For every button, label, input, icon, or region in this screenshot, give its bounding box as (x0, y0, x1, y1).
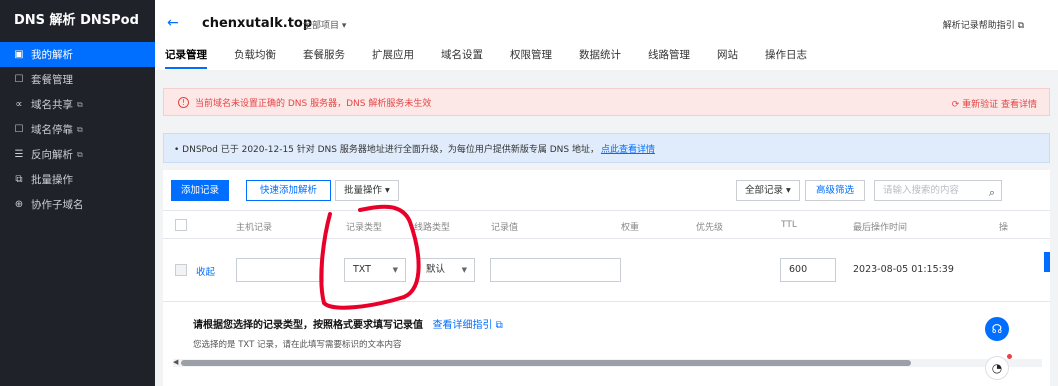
tab-0[interactable]: 记录管理 (165, 47, 207, 69)
row-checkbox[interactable] (175, 264, 187, 276)
chevron-down-icon: ▼ (392, 266, 398, 274)
dns-alert-banner: ! 当前域名未设置正确的 DNS 服务器，DNS 解析服务未生效 ⟳ 重新验证 … (163, 88, 1050, 116)
collapse-link[interactable]: 收起 (196, 264, 215, 278)
col-operation: 操 (999, 223, 1009, 233)
col-time: 最后操作时间 (853, 223, 908, 233)
chevron-down-icon: ▼ (461, 266, 467, 274)
search-icon[interactable]: ⌕ (989, 183, 995, 202)
project-dropdown[interactable]: 全部项目 ▾ (303, 18, 346, 31)
col-value: 记录值 (491, 223, 519, 233)
tab-5[interactable]: 权限管理 (510, 47, 552, 69)
col-ttl: TTL (781, 220, 797, 230)
col-weight: 权重 (621, 223, 640, 233)
guide-title-text: 请根据您选择的记录类型，按照格式要求填写记录值 (193, 320, 423, 331)
advanced-filter-button[interactable]: 高级筛选 (805, 180, 866, 201)
sidebar-item-1[interactable]: ☐ 套餐管理 (0, 67, 155, 92)
batch-icon: ⧉ (15, 174, 23, 185)
sidebar-item-2[interactable]: ∝ 域名共享 ⧉ (0, 92, 155, 117)
domain-title: chenxutalk.top (202, 16, 313, 31)
tab-2[interactable]: 套餐服务 (303, 47, 345, 69)
alert-actions-label[interactable]: 重新验证 查看详情 (962, 100, 1037, 110)
tab-8[interactable]: 网站 (717, 47, 738, 69)
sidebar-item-label: 批量操作 (31, 174, 73, 186)
globe-icon: ⊕ (14, 199, 24, 210)
external-link-icon: ⧉ (77, 99, 83, 109)
external-link-icon: ⧉ (77, 149, 83, 159)
batch-operation-dropdown[interactable]: 批量操作 ▾ (335, 180, 399, 201)
sidebar-item-5[interactable]: ⧉ 批量操作 (0, 167, 155, 192)
table-row: 收起 TXT ▼ 默认 ▼ 600 2023-08-05 01:15:39 (163, 240, 1050, 302)
sidebar-item-label: 域名停靠 (31, 124, 73, 136)
back-arrow-icon[interactable]: ← (167, 15, 179, 31)
notice-text: • DNSPod 已于 2020-12-15 针对 DNS 服务器地址进行全面升… (174, 144, 599, 155)
search-input[interactable]: 请输入搜索的内容 ⌕ (874, 180, 1002, 201)
sidebar-item-label: 我的解析 (31, 49, 73, 61)
tab-bar: 记录管理 负载均衡 套餐服务 扩展应用 域名设置 权限管理 数据统计 线路管理 网站 操作日志 (165, 47, 834, 69)
tab-9[interactable]: 操作日志 (765, 47, 807, 69)
col-priority: 优先级 (696, 223, 724, 233)
record-value-input[interactable] (490, 258, 621, 282)
horizontal-scrollbar[interactable]: ◀ (173, 358, 1042, 367)
tab-7[interactable]: 线路管理 (648, 47, 690, 69)
reverse-icon: ☰ (14, 149, 24, 160)
host-record-input[interactable] (236, 258, 324, 282)
tab-1[interactable]: 负载均衡 (234, 47, 276, 69)
sidebar: DNS 解析 DNSPod ▣ 我的解析 ☐ 套餐管理 ∝ 域名共享 ⧉ ☐ 域名停靠 ⧉ ☰ 反向解… (0, 0, 155, 386)
notice-details-link[interactable]: 点此查看详情 (601, 142, 655, 155)
record-filter-select[interactable]: 全部记录 ▾ (736, 180, 800, 201)
record-type-select[interactable]: TXT ▼ (344, 258, 406, 282)
parking-icon: ☐ (14, 124, 24, 135)
sidebar-item-label: 反向解析 (31, 149, 73, 161)
share-icon: ∝ (15, 99, 23, 110)
table-header: 主机记录 记录类型 线路类型 记录值 权重 优先级 TTL 最后操作时间 操 (163, 210, 1050, 239)
scroll-left-icon[interactable]: ◀ (173, 358, 178, 366)
guide-details-link[interactable]: 查看详细指引 ⧉ (432, 320, 502, 331)
guide-subtitle: 您选择的是 TXT 记录，请在此填写需要标识的文本内容 (193, 340, 402, 350)
external-link-icon: ⧉ (77, 124, 83, 134)
add-record-button[interactable]: 添加记录 (171, 180, 230, 201)
alert-actions[interactable]: ⟳ 重新验证 查看详情 (952, 97, 1037, 110)
sidebar-item-label: 协作子域名 (31, 199, 84, 211)
scrollbar-thumb[interactable] (181, 360, 911, 366)
sidebar-item-label: 域名共享 (31, 99, 73, 111)
select-all-checkbox[interactable] (175, 219, 187, 231)
guide-title: 请根据您选择的记录类型，按照格式要求填写记录值 查看详细指引 ⧉ (193, 316, 503, 331)
last-modified-time: 2023-08-05 01:15:39 (853, 264, 954, 275)
main-area: ← chenxutalk.top 全部项目 ▾ 解析记录帮助指引 ⧉ 记录管理 负… (155, 0, 1058, 386)
sidebar-item-4[interactable]: ☰ 反向解析 ⧉ (0, 142, 155, 167)
line-type-value: 默认 (426, 264, 446, 275)
operation-button[interactable] (1044, 252, 1050, 272)
col-type: 记录类型 (346, 223, 383, 233)
package-icon: ☐ (14, 74, 24, 85)
alert-text: 当前域名未设置正确的 DNS 服务器，DNS 解析服务未生效 (195, 98, 432, 109)
brand-title: DNS 解析 DNSPod (14, 13, 139, 28)
line-type-select[interactable]: 默认 ▼ (417, 258, 475, 282)
col-host: 主机记录 (236, 223, 273, 233)
upgrade-notice: • DNSPod 已于 2020-12-15 针对 DNS 服务器地址进行全面升… (163, 133, 1050, 163)
dns-icon: ▣ (14, 49, 24, 60)
col-line: 线路类型 (414, 223, 451, 233)
topbar: ← chenxutalk.top 全部项目 ▾ 解析记录帮助指引 ⧉ 记录管理 负… (155, 0, 1058, 70)
search-placeholder: 请输入搜索的内容 (883, 185, 960, 196)
sidebar-item-0[interactable]: ▣ 我的解析 (0, 42, 155, 67)
help-guide-link[interactable]: 解析记录帮助指引 ⧉ (943, 18, 1024, 31)
tab-4[interactable]: 域名设置 (441, 47, 483, 69)
sidebar-item-label: 套餐管理 (31, 74, 73, 86)
support-headset-icon[interactable]: ☊ (985, 317, 1009, 341)
tab-6[interactable]: 数据统计 (579, 47, 621, 69)
sidebar-item-3[interactable]: ☐ 域名停靠 ⧉ (0, 117, 155, 142)
feedback-icon[interactable]: ◔ (985, 356, 1009, 380)
record-type-value: TXT (353, 264, 371, 275)
records-card: 添加记录 快速添加解析 批量操作 ▾ 全部记录 ▾ 高级筛选 请输入搜索的内容 … (163, 170, 1050, 386)
warning-icon: ! (178, 96, 189, 108)
notification-dot (1007, 354, 1012, 359)
ttl-input[interactable]: 600 (780, 258, 836, 282)
sidebar-item-6[interactable]: ⊕ 协作子域名 (0, 192, 155, 217)
quick-add-button[interactable]: 快速添加解析 (246, 180, 332, 201)
tab-3[interactable]: 扩展应用 (372, 47, 414, 69)
